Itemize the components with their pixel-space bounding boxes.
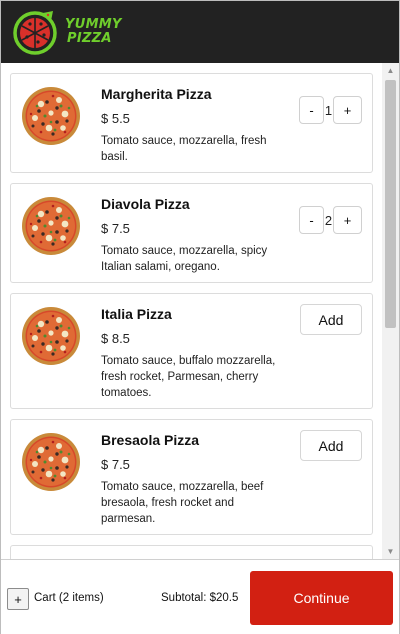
pizza-image-icon [21,432,81,492]
expand-cart-button[interactable]: + [7,588,29,610]
increase-button[interactable]: + [333,96,362,124]
continue-button[interactable]: Continue [250,571,393,625]
app-window: YUMMY PIZZA Margherita Pizza $ 5.5 Tomat… [0,0,400,634]
pizza-card-next [10,545,373,559]
subtotal-text: Subtotal: $20.5 [161,592,239,604]
pizza-name: Diavola Pizza [101,196,190,212]
pizza-card-diavola: Diavola Pizza $ 7.5 Tomato sauce, mozzar… [10,183,373,283]
pizza-price: $ 5.5 [101,111,130,126]
pizza-card-bresaola: Bresaola Pizza $ 7.5 Tomato sauce, mozza… [10,419,373,535]
pizza-image-icon [21,196,81,256]
pizza-name: Bresaola Pizza [101,432,200,448]
quantity-stepper: - 1 + [299,96,362,124]
scroll-thumb[interactable] [385,80,396,328]
pizza-description: Tomato sauce, mozzarella, fresh basil. [101,135,267,163]
add-to-cart-button[interactable]: Add [300,430,362,461]
pizza-price: $ 7.5 [101,457,130,472]
quantity-value: 1 [324,102,333,118]
increase-button[interactable]: + [333,206,362,234]
pizza-description: Tomato sauce, mozzarella, beef bresaola,… [101,481,264,525]
vertical-scrollbar[interactable]: ▲ ▼ [382,63,399,559]
pizza-name: Italia Pizza [101,306,172,322]
brand-line-1: YUMMY [65,17,122,32]
scroll-up-arrow-icon[interactable]: ▲ [382,63,399,78]
pizza-price: $ 8.5 [101,331,130,346]
quantity-stepper: - 2 + [299,206,362,234]
pizza-logo-icon [13,11,57,55]
add-to-cart-button[interactable]: Add [300,304,362,335]
pizza-image-icon [21,86,81,146]
pizza-description: Tomato sauce, mozzarella, spicy Italian … [101,245,268,273]
pizza-price: $ 7.5 [101,221,130,236]
brand-logo[interactable]: YUMMY PIZZA [13,9,122,55]
cart-footer: + Cart (2 items) Subtotal: $20.5 Continu… [1,559,399,634]
pizza-name: Margherita Pizza [101,86,212,102]
scroll-down-arrow-icon[interactable]: ▼ [382,544,399,559]
quantity-value: 2 [324,212,333,228]
decrease-button[interactable]: - [299,206,324,234]
decrease-button[interactable]: - [299,96,324,124]
pizza-image-icon [21,306,81,366]
pizza-description: Tomato sauce, buffalo mozzarella, fresh … [101,355,276,399]
pizza-card-margherita: Margherita Pizza $ 5.5 Tomato sauce, moz… [10,73,373,173]
brand-line-2: PIZZA [67,31,112,46]
header-bar: YUMMY PIZZA [1,1,399,63]
pizza-list[interactable]: Margherita Pizza $ 5.5 Tomato sauce, moz… [1,63,399,559]
brand-name: YUMMY PIZZA [65,18,122,46]
cart-summary: Cart (2 items) [34,592,104,604]
pizza-card-italia: Italia Pizza $ 8.5 Tomato sauce, buffalo… [10,293,373,409]
